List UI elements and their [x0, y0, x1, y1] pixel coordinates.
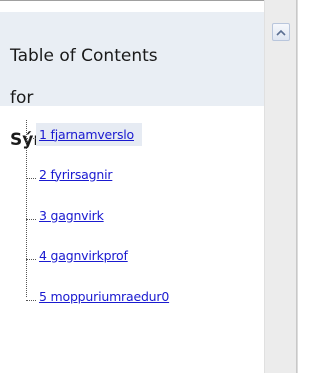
tree-connector [26, 299, 36, 301]
vertical-scrollbar[interactable] [264, 0, 297, 373]
toc-item[interactable]: 2 fyrirsagnir [26, 160, 116, 188]
tree-connector [26, 218, 36, 220]
table-of-contents-pane: Table of Contents for Sýnishorn 1 fjarna… [0, 0, 264, 373]
toc-tree: 1 fjarnamverslo 2 fyrirsagnir 3 gagnvirk… [26, 120, 256, 310]
chevron-up-icon [276, 29, 286, 36]
tree-connector [26, 137, 36, 139]
toc-link[interactable]: 1 fjarnamverslo [36, 122, 142, 146]
toc-title-for: for [10, 88, 34, 108]
toc-item[interactable]: 3 gagnvirk [26, 201, 108, 229]
scroll-up-button[interactable] [272, 23, 290, 41]
toc-link[interactable]: 4 gagnvirkprof [36, 244, 132, 267]
toc-link[interactable]: 3 gagnvirk [36, 204, 108, 227]
tree-connector [26, 177, 36, 179]
content-pane [297, 0, 333, 373]
toc-link[interactable]: 2 fyrirsagnir [36, 163, 116, 186]
toc-item[interactable]: 5 moppuriumraedur0 [26, 282, 173, 310]
tree-connector [26, 258, 36, 260]
app-window: Table of Contents for Sýnishorn 1 fjarna… [0, 0, 333, 373]
toc-item[interactable]: 1 fjarnamverslo [26, 120, 142, 148]
toc-link[interactable]: 5 moppuriumraedur0 [36, 285, 173, 308]
toc-item[interactable]: 4 gagnvirkprof [26, 241, 132, 269]
toc-title-text: Table of Contents [10, 46, 158, 66]
